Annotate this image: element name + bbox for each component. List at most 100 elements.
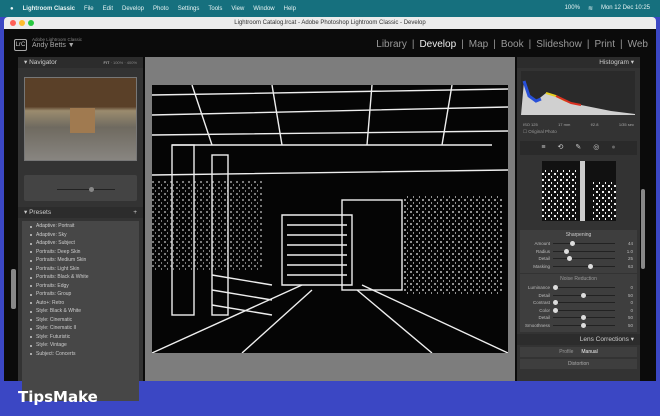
module-print[interactable]: Print — [594, 39, 615, 50]
right-scrollbar[interactable] — [641, 89, 645, 289]
slider-detail[interactable]: Detail 50 — [520, 314, 637, 322]
healing-icon[interactable]: ✎ — [575, 141, 581, 155]
preset-item[interactable]: Adaptive: Subject — [22, 239, 139, 248]
preset-item[interactable]: Portraits: Light Skin — [22, 265, 139, 274]
slider-track[interactable] — [553, 256, 615, 262]
crop-icon[interactable]: ⟲ — [558, 141, 564, 155]
menu-window[interactable]: Window — [253, 6, 274, 12]
menu-settings[interactable]: Settings — [178, 6, 200, 12]
slider-value[interactable]: 0 — [615, 285, 637, 290]
slider-thumb[interactable] — [553, 307, 558, 313]
slider-track[interactable] — [553, 292, 615, 298]
slider-track[interactable] — [553, 285, 615, 291]
slider-value[interactable]: 1.0 — [615, 249, 637, 254]
detail-preview[interactable] — [542, 161, 616, 221]
slider-value[interactable]: 44 — [615, 241, 637, 246]
masking-icon[interactable]: ● — [611, 141, 615, 155]
clock[interactable]: Mon 12 Dec 10:25 — [601, 5, 650, 12]
module-book[interactable]: Book — [501, 39, 524, 50]
zoom-button[interactable] — [28, 20, 34, 26]
tab-profile[interactable]: Profile — [559, 349, 573, 355]
zoom-fit[interactable]: FIT — [103, 60, 109, 65]
slider-value[interactable]: 0 — [615, 300, 637, 305]
slider-value[interactable]: 0 — [615, 308, 637, 313]
slider-track[interactable] — [553, 307, 615, 313]
menu-view[interactable]: View — [231, 6, 244, 12]
preset-item[interactable]: Style: Cinematic — [22, 316, 139, 325]
presets-header[interactable]: ▾ Presets + — [18, 207, 143, 218]
zoom-400[interactable]: 400% — [127, 60, 137, 65]
edit-sliders-icon[interactable]: ≡ — [541, 141, 545, 155]
menu-photo[interactable]: Photo — [153, 6, 169, 12]
slider-track[interactable] — [553, 300, 615, 306]
module-develop[interactable]: Develop — [419, 39, 456, 50]
preset-item[interactable]: Style: Black & White — [22, 307, 139, 316]
preset-item[interactable]: Auto+: Retro — [22, 299, 139, 308]
preset-item[interactable]: Style: Cinematic II — [22, 324, 139, 333]
module-slideshow[interactable]: Slideshow — [536, 39, 582, 50]
slider-thumb[interactable] — [580, 292, 586, 298]
menu-edit[interactable]: Edit — [103, 6, 113, 12]
slider-value[interactable]: 25 — [615, 256, 637, 261]
menu-file[interactable]: File — [84, 6, 94, 12]
slider-thumb[interactable] — [566, 256, 572, 262]
preset-item[interactable]: Style: Futuristic — [22, 333, 139, 342]
preset-item[interactable]: Portraits: Black & White — [22, 273, 139, 282]
image-canvas[interactable] — [145, 57, 515, 381]
slider-color[interactable]: Color 0 — [520, 307, 637, 315]
slider-track[interactable] — [553, 241, 615, 247]
slider-track[interactable] — [553, 263, 615, 269]
menu-help[interactable]: Help — [284, 6, 296, 12]
preset-item[interactable]: Subject: Concerts — [22, 350, 139, 359]
slider-thumb[interactable] — [588, 263, 594, 269]
slider-value[interactable]: 50 — [615, 323, 637, 328]
close-button[interactable] — [10, 20, 16, 26]
slider-radius[interactable]: Radius 1.0 — [520, 248, 637, 256]
menu-develop[interactable]: Develop — [122, 6, 144, 12]
menu-tools[interactable]: Tools — [208, 6, 222, 12]
navigator-preview[interactable] — [24, 77, 137, 161]
slider-thumb[interactable] — [564, 248, 570, 254]
slider-thumb[interactable] — [580, 322, 586, 328]
preset-item[interactable]: Portraits: Medium Skin — [22, 256, 139, 265]
slider-amount[interactable]: Amount 44 — [520, 240, 637, 248]
original-photo-checkbox[interactable]: Original Photo — [528, 129, 557, 134]
tab-manual[interactable]: Manual — [581, 349, 597, 355]
module-map[interactable]: Map — [469, 39, 488, 50]
lens-header[interactable]: Lens Corrections ▾ — [517, 334, 640, 345]
preset-item[interactable]: Adaptive: Sky — [22, 231, 139, 240]
module-library[interactable]: Library — [376, 39, 407, 50]
redeye-icon[interactable]: ◎ — [593, 141, 599, 155]
preset-item[interactable]: Style: Vintage — [22, 341, 139, 350]
slider-detail[interactable]: Detail 25 — [520, 255, 637, 263]
menu-app[interactable]: Lightroom Classic — [23, 6, 75, 12]
slider-thumb[interactable] — [553, 300, 558, 306]
zoom-100[interactable]: 100% — [113, 60, 123, 65]
slider-value[interactable]: 50 — [615, 293, 637, 298]
slider-track[interactable] — [553, 315, 615, 321]
wifi-icon[interactable]: ≋ — [588, 5, 593, 12]
slider-track[interactable] — [553, 248, 615, 254]
slider-masking[interactable]: Masking 63 — [520, 263, 637, 271]
battery-status[interactable]: 100% — [565, 5, 580, 12]
preset-item[interactable]: Portraits: Edgy — [22, 282, 139, 291]
slider-contrast[interactable]: Contrast 0 — [520, 299, 637, 307]
slider-thumb[interactable] — [553, 285, 558, 291]
preset-item[interactable]: Adaptive: Portrait — [22, 222, 139, 231]
slider-value[interactable]: 50 — [615, 315, 637, 320]
slider-smoothness[interactable]: Smoothness 50 — [520, 322, 637, 330]
slider-luminance[interactable]: Luminance 0 — [520, 284, 637, 292]
slider-track[interactable] — [553, 322, 615, 328]
slider-value[interactable]: 63 — [615, 264, 637, 269]
slider-detail[interactable]: Detail 50 — [520, 292, 637, 300]
navigator-header[interactable]: ▾ Navigator FIT · 100% · 400% — [18, 57, 143, 68]
slider-thumb[interactable] — [569, 241, 575, 247]
apple-icon[interactable]: ● — [10, 6, 14, 12]
preset-item[interactable]: Portraits: Deep Skin — [22, 248, 139, 257]
user-menu[interactable]: Andy Betts ▼ — [32, 42, 82, 49]
slider-thumb[interactable] — [580, 315, 586, 321]
module-web[interactable]: Web — [628, 39, 648, 50]
preset-item[interactable]: Portraits: Group — [22, 290, 139, 299]
minimize-button[interactable] — [19, 20, 25, 26]
histogram-header[interactable]: Histogram ▾ — [517, 57, 640, 68]
